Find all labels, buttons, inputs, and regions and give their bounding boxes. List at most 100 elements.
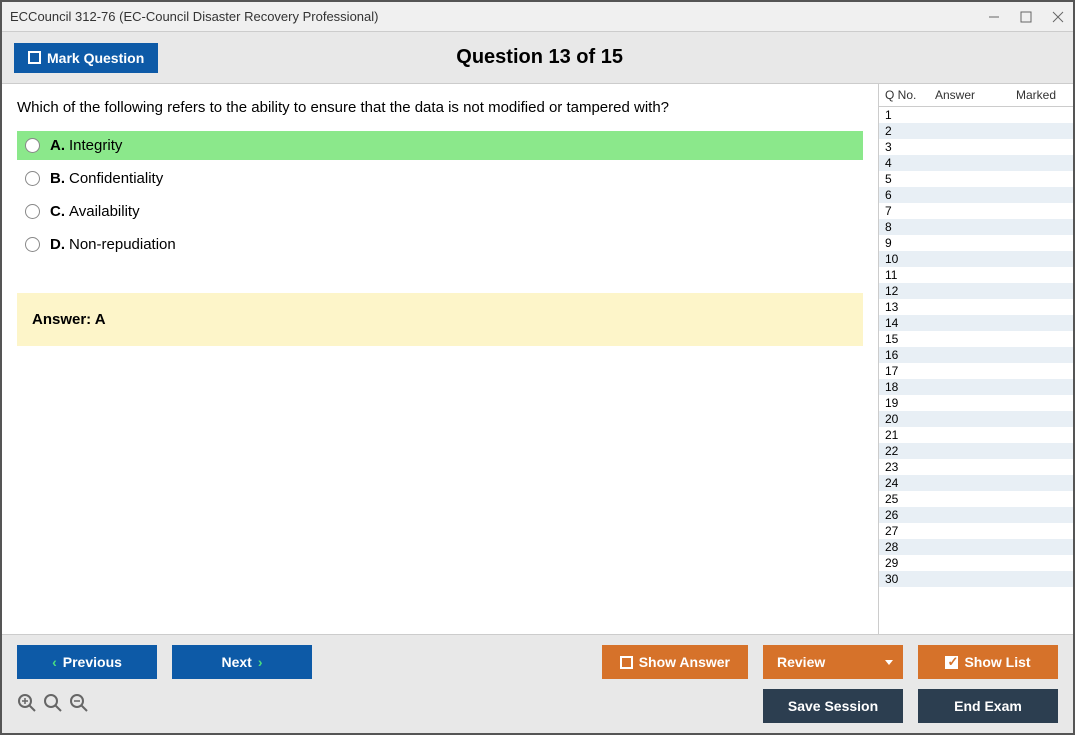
row-number: 5 [885, 172, 935, 186]
list-row[interactable]: 21 [879, 427, 1073, 443]
list-row[interactable]: 16 [879, 347, 1073, 363]
list-row[interactable]: 1 [879, 107, 1073, 123]
question-list[interactable]: 1234567891011121314151617181920212223242… [879, 107, 1073, 634]
list-header: Q No. Answer Marked [879, 84, 1073, 107]
checkbox-icon [28, 51, 41, 64]
row-number: 6 [885, 188, 935, 202]
list-row[interactable]: 3 [879, 139, 1073, 155]
row-number: 2 [885, 124, 935, 138]
list-row[interactable]: 10 [879, 251, 1073, 267]
row-number: 17 [885, 364, 935, 378]
app-window: ECCouncil 312-76 (EC-Council Disaster Re… [0, 0, 1075, 735]
list-row[interactable]: 19 [879, 395, 1073, 411]
list-row[interactable]: 13 [879, 299, 1073, 315]
close-icon[interactable] [1051, 10, 1065, 24]
window-title: ECCouncil 312-76 (EC-Council Disaster Re… [10, 9, 987, 24]
previous-button[interactable]: ‹ Previous [17, 645, 157, 679]
end-exam-label: End Exam [954, 698, 1022, 714]
question-counter: Question 13 of 15 [158, 46, 921, 69]
zoom-controls [17, 693, 89, 719]
list-row[interactable]: 14 [879, 315, 1073, 331]
footer-row-2: Save Session End Exam [17, 689, 1058, 723]
window-controls [987, 10, 1065, 24]
row-number: 20 [885, 412, 935, 426]
list-row[interactable]: 5 [879, 171, 1073, 187]
list-row[interactable]: 4 [879, 155, 1073, 171]
zoom-in-icon[interactable] [17, 693, 37, 719]
list-row[interactable]: 7 [879, 203, 1073, 219]
zoom-reset-icon[interactable] [43, 693, 63, 719]
row-number: 22 [885, 444, 935, 458]
row-number: 3 [885, 140, 935, 154]
row-number: 25 [885, 492, 935, 506]
list-row[interactable]: 8 [879, 219, 1073, 235]
footer-row-1: ‹ Previous Next › Show Answer Review Sho… [17, 645, 1058, 679]
list-row[interactable]: 23 [879, 459, 1073, 475]
option-letter: B. [50, 170, 65, 187]
main-area: Which of the following refers to the abi… [2, 84, 1073, 634]
option-D[interactable]: D. Non-repudiation [17, 230, 863, 259]
show-list-button[interactable]: Show List [918, 645, 1058, 679]
row-number: 4 [885, 156, 935, 170]
zoom-out-icon[interactable] [69, 693, 89, 719]
list-row[interactable]: 25 [879, 491, 1073, 507]
row-number: 23 [885, 460, 935, 474]
next-button[interactable]: Next › [172, 645, 312, 679]
show-answer-button[interactable]: Show Answer [602, 645, 748, 679]
row-number: 11 [885, 268, 935, 282]
list-row[interactable]: 12 [879, 283, 1073, 299]
list-row[interactable]: 11 [879, 267, 1073, 283]
maximize-icon[interactable] [1019, 10, 1033, 24]
list-row[interactable]: 29 [879, 555, 1073, 571]
list-row[interactable]: 26 [879, 507, 1073, 523]
question-pane: Which of the following refers to the abi… [2, 84, 878, 634]
minimize-icon[interactable] [987, 10, 1001, 24]
list-row[interactable]: 6 [879, 187, 1073, 203]
chevron-right-icon: › [258, 654, 263, 670]
list-row[interactable]: 15 [879, 331, 1073, 347]
option-letter: D. [50, 236, 65, 253]
chevron-left-icon: ‹ [52, 654, 57, 670]
question-text: Which of the following refers to the abi… [2, 99, 878, 131]
option-A[interactable]: A. Integrity [17, 131, 863, 160]
row-number: 27 [885, 524, 935, 538]
checkbox-icon [620, 656, 633, 669]
option-text: Non-repudiation [69, 236, 176, 253]
list-row[interactable]: 22 [879, 443, 1073, 459]
option-C[interactable]: C. Availability [17, 197, 863, 226]
save-session-button[interactable]: Save Session [763, 689, 903, 723]
option-text: Integrity [69, 137, 122, 154]
list-row[interactable]: 2 [879, 123, 1073, 139]
save-session-label: Save Session [788, 698, 878, 714]
checkbox-checked-icon [945, 656, 958, 669]
row-number: 10 [885, 252, 935, 266]
list-row[interactable]: 18 [879, 379, 1073, 395]
list-row[interactable]: 9 [879, 235, 1073, 251]
review-button[interactable]: Review [763, 645, 903, 679]
list-row[interactable]: 30 [879, 571, 1073, 587]
row-number: 9 [885, 236, 935, 250]
option-B[interactable]: B. Confidentiality [17, 164, 863, 193]
row-number: 21 [885, 428, 935, 442]
mark-question-label: Mark Question [47, 50, 144, 66]
row-number: 16 [885, 348, 935, 362]
list-row[interactable]: 17 [879, 363, 1073, 379]
option-text: Confidentiality [69, 170, 163, 187]
row-number: 7 [885, 204, 935, 218]
end-exam-button[interactable]: End Exam [918, 689, 1058, 723]
row-number: 24 [885, 476, 935, 490]
col-marked: Marked [1005, 88, 1067, 102]
list-row[interactable]: 28 [879, 539, 1073, 555]
row-number: 1 [885, 108, 935, 122]
radio-icon [25, 138, 40, 153]
option-letter: A. [50, 137, 65, 154]
row-number: 19 [885, 396, 935, 410]
option-letter: C. [50, 203, 65, 220]
row-number: 30 [885, 572, 935, 586]
list-row[interactable]: 24 [879, 475, 1073, 491]
previous-label: Previous [63, 654, 122, 670]
list-row[interactable]: 27 [879, 523, 1073, 539]
list-row[interactable]: 20 [879, 411, 1073, 427]
col-answer: Answer [935, 88, 1005, 102]
mark-question-button[interactable]: Mark Question [14, 43, 158, 73]
